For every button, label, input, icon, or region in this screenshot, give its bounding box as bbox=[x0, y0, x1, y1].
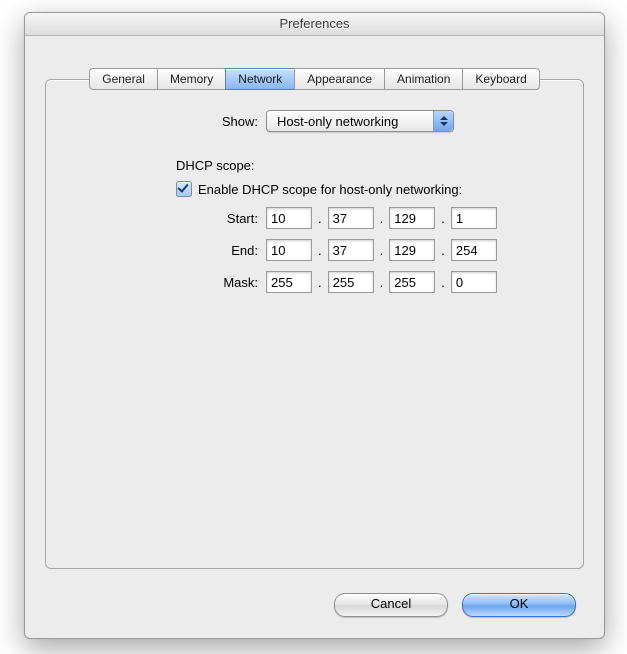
tab-general[interactable]: General bbox=[89, 68, 157, 90]
show-popup-value: Host-only networking bbox=[277, 114, 398, 129]
network-form: Show: Host-only networking DHCP scope: E… bbox=[46, 110, 583, 303]
tab-network[interactable]: Network bbox=[225, 68, 294, 90]
tab-pane: Show: Host-only networking DHCP scope: E… bbox=[45, 79, 584, 569]
enable-dhcp-label: Enable DHCP scope for host-only networki… bbox=[198, 182, 462, 197]
start-octet-4[interactable] bbox=[451, 207, 497, 229]
end-octet-3[interactable] bbox=[389, 239, 435, 261]
ok-button-label: OK bbox=[510, 596, 529, 611]
tab-label: General bbox=[102, 72, 145, 86]
dot: . bbox=[435, 211, 451, 226]
tab-label: Appearance bbox=[307, 72, 372, 86]
tab-appearance[interactable]: Appearance bbox=[294, 68, 384, 90]
tab-memory[interactable]: Memory bbox=[157, 68, 225, 90]
tab-label: Keyboard bbox=[475, 72, 526, 86]
window-title-text: Preferences bbox=[279, 16, 349, 31]
end-label: End: bbox=[76, 243, 266, 258]
tab-bar: General Memory Network Appearance Animation K… bbox=[25, 68, 604, 90]
mask-octet-2[interactable] bbox=[328, 271, 374, 293]
start-octet-3[interactable] bbox=[389, 207, 435, 229]
button-bar: Cancel OK bbox=[334, 593, 576, 617]
mask-octet-1[interactable] bbox=[266, 271, 312, 293]
dot: . bbox=[435, 275, 451, 290]
dot: . bbox=[374, 211, 390, 226]
tab-label: Network bbox=[238, 72, 282, 86]
start-octet-2[interactable] bbox=[328, 207, 374, 229]
enable-dhcp-checkbox[interactable] bbox=[176, 181, 192, 197]
show-label: Show: bbox=[76, 114, 266, 129]
updown-arrows-icon bbox=[433, 111, 453, 131]
mask-octet-4[interactable] bbox=[451, 271, 497, 293]
tab-animation[interactable]: Animation bbox=[384, 68, 462, 90]
tab-label: Animation bbox=[397, 72, 450, 86]
dot: . bbox=[312, 243, 328, 258]
mask-label: Mask: bbox=[76, 275, 266, 290]
cancel-button[interactable]: Cancel bbox=[334, 593, 448, 617]
dot: . bbox=[374, 275, 390, 290]
end-octet-2[interactable] bbox=[328, 239, 374, 261]
end-octet-4[interactable] bbox=[451, 239, 497, 261]
preferences-window: Preferences www.nwlab.net GeneralMemoryN… bbox=[24, 12, 605, 639]
tab-label: Memory bbox=[170, 72, 213, 86]
tab-keyboard[interactable]: Keyboard bbox=[462, 68, 539, 90]
dot: . bbox=[312, 211, 328, 226]
window-content: www.nwlab.net GeneralMemoryNetworkAppear… bbox=[25, 36, 604, 639]
dot: . bbox=[312, 275, 328, 290]
dot: . bbox=[435, 243, 451, 258]
end-octet-1[interactable] bbox=[266, 239, 312, 261]
show-popup[interactable]: Host-only networking bbox=[266, 110, 454, 132]
mask-octet-3[interactable] bbox=[389, 271, 435, 293]
window-title: Preferences bbox=[25, 13, 604, 36]
start-octet-1[interactable] bbox=[266, 207, 312, 229]
dot: . bbox=[374, 243, 390, 258]
cancel-button-label: Cancel bbox=[371, 596, 411, 611]
start-label: Start: bbox=[76, 211, 266, 226]
dhcp-scope-heading: DHCP scope: bbox=[176, 158, 553, 173]
ok-button[interactable]: OK bbox=[462, 593, 576, 617]
